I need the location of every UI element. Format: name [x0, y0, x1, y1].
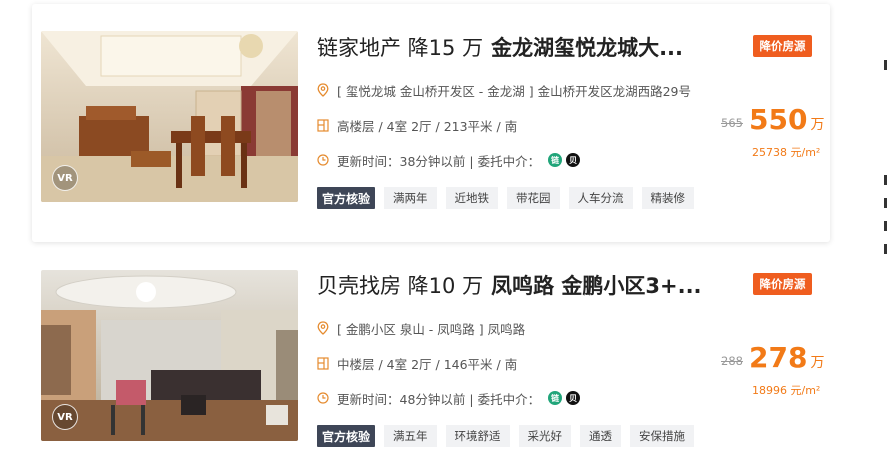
update-time-row: 更新时间：48分钟以前 | 委托中介： 链 贝: [316, 389, 581, 407]
location-pin-icon: [316, 321, 329, 335]
price-drop-badge: 降价房源: [753, 35, 812, 57]
unit-price: 18996 元/m²: [752, 384, 821, 397]
feature-tag: 带花园: [507, 187, 560, 209]
listing-page: VR 链家地产 降15 万金龙湖玺悦龙城大... 降价房源 [ 玺悦龙城 金山桥…: [0, 0, 887, 462]
listing-photo[interactable]: VR: [41, 270, 298, 441]
update-time-row: 更新时间：38分钟以前 | 委托中介： 链 贝: [316, 151, 581, 169]
location-text[interactable]: [ 金鹏小区 泉山 - 凤鸣路 ] 凤鸣路: [337, 319, 525, 338]
price-unit: 万: [810, 355, 825, 371]
house-info-row: 中楼层 / 4室 2厅 / 146平米 / 南: [316, 354, 517, 372]
agent-lianjia-icon[interactable]: 链: [548, 153, 563, 167]
house-info-text: 中楼层 / 4室 2厅 / 146平米 / 南: [337, 356, 518, 372]
total-price: 550 万: [749, 103, 824, 136]
listing-card[interactable]: VR 贝壳找房 降10 万凤鸣路 金鹏小区3+... 降价房源 [ 金鹏小区 泉…: [32, 248, 830, 462]
location-row: [ 玺悦龙城 金山桥开发区 - 金龙湖 ] 金山桥开发区龙湖西路29号: [316, 81, 691, 99]
listing-photo[interactable]: VR: [41, 31, 298, 202]
update-time-text: 更新时间：38分钟以前 | 委托中介：: [337, 153, 541, 169]
price-unit: 万: [810, 117, 825, 133]
feature-tag: 采光好: [518, 425, 572, 447]
tag-list: 官方核验 满五年 环境舒适 采光好 通透 安保措施: [317, 425, 703, 447]
agent-beike-icon[interactable]: 贝: [566, 153, 581, 167]
listing-title[interactable]: 链家地产 降15 万金龙湖玺悦龙城大...: [317, 34, 737, 62]
total-price: 278 万: [749, 341, 824, 374]
feature-tag: 精装修: [641, 187, 695, 209]
tag-list: 官方核验 满两年 近地铁 带花园 人车分流 精装修: [317, 187, 703, 209]
listing-title-prefix: 贝壳找房 降10 万: [317, 274, 484, 298]
agent-lianjia-icon[interactable]: 链: [548, 391, 563, 405]
original-price: 288: [721, 354, 743, 368]
feature-tag: 近地铁: [445, 187, 499, 209]
unit-price: 25738 元/m²: [752, 146, 821, 159]
house-layout-icon: [316, 118, 329, 132]
listing-title-prefix: 链家地产 降15 万: [317, 36, 484, 60]
house-info-row: 高楼层 / 4室 2厅 / 213平米 / 南: [316, 116, 517, 134]
update-time-text: 更新时间：48分钟以前 | 委托中介：: [337, 391, 541, 407]
feature-tag: 通透: [580, 425, 622, 447]
clock-icon: [316, 153, 329, 167]
listing-title[interactable]: 贝壳找房 降10 万凤鸣路 金鹏小区3+...: [317, 272, 737, 300]
price-value: 278: [749, 341, 808, 374]
location-pin-icon: [316, 83, 329, 97]
listing-card[interactable]: VR 链家地产 降15 万金龙湖玺悦龙城大... 降价房源 [ 玺悦龙城 金山桥…: [32, 4, 830, 242]
feature-tag: 满两年: [384, 187, 437, 209]
right-edge-overflow: [878, 0, 887, 462]
price-drop-badge: 降价房源: [753, 273, 812, 295]
clock-icon: [316, 391, 329, 405]
official-verified-tag: 官方核验: [317, 187, 376, 209]
feature-tag: 安保措施: [630, 425, 695, 447]
location-row: [ 金鹏小区 泉山 - 凤鸣路 ] 凤鸣路: [316, 319, 525, 337]
original-price: 565: [721, 116, 743, 130]
listing-title-name: 凤鸣路 金鹏小区3+...: [491, 274, 702, 298]
feature-tag: 满五年: [384, 425, 437, 447]
house-info-text: 高楼层 / 4室 2厅 / 213平米 / 南: [337, 118, 518, 134]
price-value: 550: [749, 103, 808, 136]
agent-beike-icon[interactable]: 贝: [566, 391, 581, 405]
vr-tour-icon[interactable]: VR: [52, 404, 78, 430]
vr-tour-icon[interactable]: VR: [52, 165, 78, 191]
feature-tag: 环境舒适: [445, 425, 510, 447]
house-layout-icon: [316, 356, 329, 370]
location-text[interactable]: [ 玺悦龙城 金山桥开发区 - 金龙湖 ] 金山桥开发区龙湖西路29号: [337, 81, 691, 100]
listing-title-name: 金龙湖玺悦龙城大...: [491, 36, 684, 60]
feature-tag: 人车分流: [568, 187, 633, 209]
official-verified-tag: 官方核验: [317, 425, 376, 447]
